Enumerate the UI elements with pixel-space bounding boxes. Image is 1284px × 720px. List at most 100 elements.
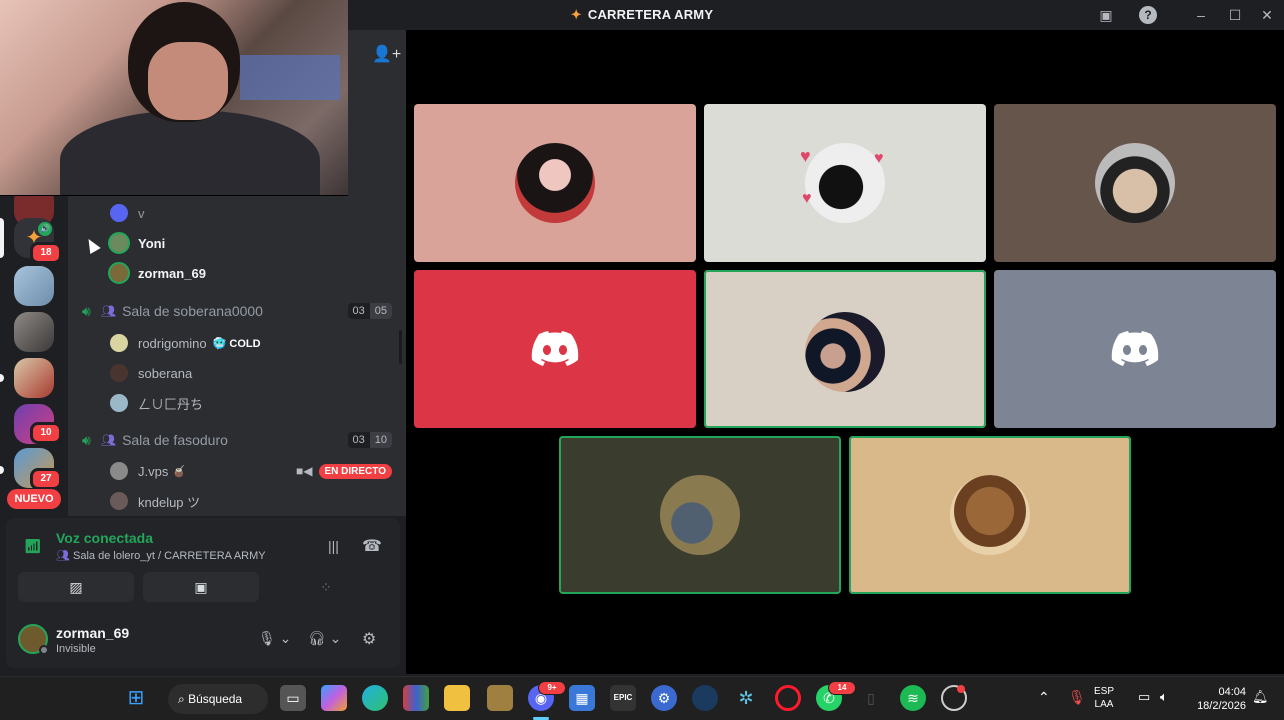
server-icon[interactable] (14, 266, 54, 306)
avatar (108, 332, 130, 354)
task-view-icon[interactable]: ▭ (280, 685, 306, 711)
mention-badge: 18 (30, 242, 62, 264)
settings-gear-icon[interactable]: ⚙ (362, 629, 376, 649)
status-tag: 🥶 COLD (212, 337, 261, 350)
status-indicator (39, 645, 49, 655)
voice-channel[interactable]: 🔊︎ 👥︎ Sala de soberana0000 03 05 (82, 299, 392, 323)
app-icon[interactable] (487, 685, 513, 711)
whatsapp-badge: 14 (828, 681, 856, 695)
minimize-button[interactable]: – (1192, 6, 1210, 24)
add-friend-icon[interactable]: 👤+ (372, 44, 401, 64)
winrar-icon[interactable] (403, 685, 429, 711)
voice-user[interactable]: soberana (108, 359, 192, 387)
participant-tile[interactable] (704, 270, 986, 428)
close-button[interactable]: ✕ (1258, 6, 1276, 24)
edge-icon[interactable] (362, 685, 388, 711)
new-badge[interactable]: NUEVO (7, 489, 61, 509)
file-explorer-icon[interactable] (444, 685, 470, 711)
maximize-button[interactable]: ☐ (1226, 6, 1244, 24)
voice-user[interactable]: rodrigomino 🥶 COLD (108, 329, 261, 357)
network-icon[interactable]: ▭ (1138, 689, 1150, 705)
participant-tile[interactable] (849, 436, 1131, 594)
discord-logo-icon (1111, 331, 1159, 366)
inbox-icon[interactable]: ▣ (1097, 6, 1115, 24)
participant-tile[interactable] (414, 270, 696, 428)
voice-user[interactable]: v (108, 199, 145, 227)
store-icon[interactable]: ▦ (569, 685, 595, 711)
participant-tile[interactable]: ♥ ♥ ♥ (704, 104, 986, 262)
server-selected-pill (0, 218, 4, 258)
heart-icon: ♥ (800, 146, 811, 166)
discord-logo-icon (531, 331, 579, 366)
signal-icon[interactable]: 📶︎ (24, 538, 42, 555)
search-icon: ⌕ (178, 692, 189, 706)
avatar (515, 143, 595, 223)
avatar (950, 475, 1030, 555)
notification-bell-icon[interactable]: 🔔︎ (1252, 689, 1269, 705)
network-app-icon[interactable]: ✲ (733, 685, 759, 711)
mention-badge: 10 (30, 422, 62, 444)
unread-pill (0, 466, 4, 474)
voice-user[interactable]: Yoni (108, 229, 165, 257)
unread-pill (0, 374, 4, 382)
camera-off-button[interactable]: ▨ (18, 572, 134, 602)
avatar (805, 143, 885, 223)
speaker-icon: 🔊︎ (82, 431, 91, 448)
live-badge: EN DIRECTO (318, 463, 392, 479)
share-screen-button[interactable]: ▣ (143, 572, 259, 602)
noise-suppression-icon[interactable]: ||| (328, 538, 339, 554)
participant-tile[interactable] (994, 104, 1276, 262)
voice-location[interactable]: 👥︎ Sala de lolero_yt / CARRETERA ARMY (56, 549, 266, 562)
avatar (108, 202, 130, 224)
participant-tile[interactable] (414, 104, 696, 262)
avatar (108, 232, 130, 254)
scrollbar[interactable] (399, 330, 402, 364)
volume-icon[interactable]: 🔈︎ (1160, 689, 1168, 705)
headphones-icon[interactable]: 🎧︎ ⌄ (308, 630, 341, 647)
group-icon: 👥︎ (100, 304, 117, 318)
voice-user[interactable]: J.vps 🧉 ■◀ EN DIRECTO (108, 457, 392, 485)
avatar (1095, 143, 1175, 223)
opera-icon[interactable] (775, 685, 801, 711)
voice-user[interactable]: kndelup ツ (108, 487, 200, 515)
group-icon: 👥︎ (56, 550, 70, 562)
settings-icon[interactable]: ⚙ (651, 685, 677, 711)
mention-badge: 27 (30, 468, 62, 490)
share-screen-icon: ▣ (194, 579, 208, 595)
microphone-icon[interactable]: 🎙︎ ⌄ (258, 630, 291, 647)
server-icon[interactable] (14, 358, 54, 398)
help-icon[interactable]: ? (1139, 6, 1157, 24)
clock[interactable]: 04:04 18/2/2026 (1190, 685, 1246, 713)
voice-user[interactable]: ㄥ∪匚丹ち (108, 389, 203, 417)
video-stage: ♥ ♥ ♥ (406, 30, 1284, 674)
search-box[interactable]: ⌕ Búsqueda (168, 684, 268, 714)
avatar (108, 392, 130, 414)
discord-badge: 9+ (538, 681, 566, 695)
language-indicator[interactable]: ESP LAA (1094, 685, 1114, 711)
server-icon[interactable] (14, 312, 54, 352)
avatar (108, 362, 130, 384)
group-icon: 👥︎ (100, 433, 117, 447)
app-icon[interactable]: ▯ (858, 685, 884, 711)
epic-games-icon[interactable]: EPIC (610, 685, 636, 711)
voice-channel[interactable]: 🔊︎ 👥︎ Sala de fasoduro 03 10 (82, 428, 392, 452)
chevron-up-icon[interactable]: ⌃ (1038, 689, 1050, 706)
avatar (108, 490, 130, 512)
participant-tile[interactable] (559, 436, 841, 594)
heart-icon: ♥ (874, 150, 884, 167)
copilot-icon[interactable] (321, 685, 347, 711)
participant-tile[interactable] (994, 270, 1276, 428)
user-count: 03 10 (347, 432, 392, 448)
disconnect-icon[interactable]: ☎ (362, 536, 382, 556)
camera-off-icon: ▨ (69, 579, 83, 595)
spotify-icon[interactable]: ≋ (900, 685, 926, 711)
voice-user[interactable]: zorman_69 (108, 259, 206, 287)
avatar (108, 460, 130, 482)
recording-dot (957, 685, 965, 693)
server-rail: ✦ 🔊 18 10 27 (0, 186, 68, 516)
avatar (108, 262, 130, 284)
activities-icon[interactable]: ⁘ (268, 572, 384, 602)
camera-preview[interactable] (0, 0, 348, 196)
steam-icon[interactable] (692, 685, 718, 711)
windows-start-icon[interactable]: ⊞ (123, 685, 149, 711)
